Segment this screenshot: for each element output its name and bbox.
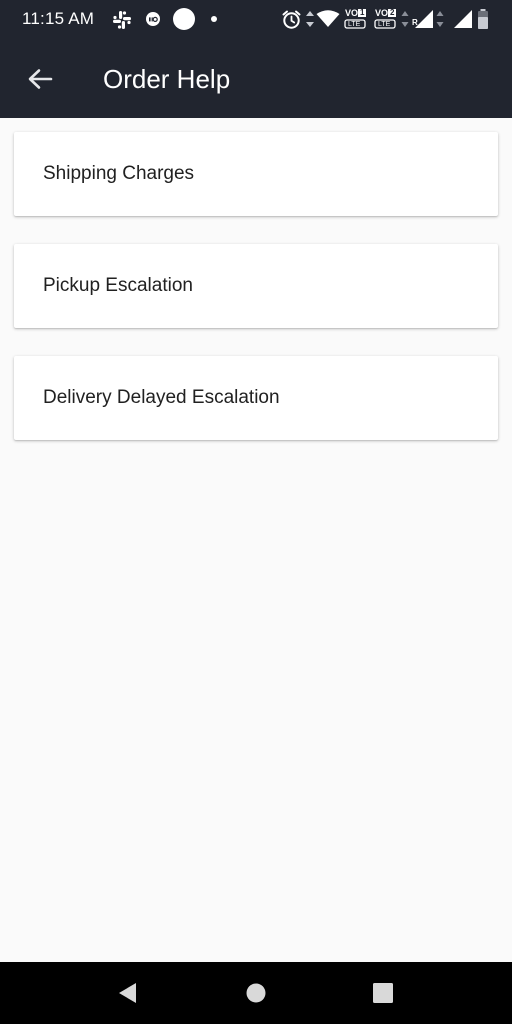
help-item-label: Pickup Escalation xyxy=(43,275,193,296)
volte2-lte: LTE xyxy=(378,21,391,28)
help-item-shipping-charges[interactable]: Shipping Charges xyxy=(14,132,498,216)
app-bar: Order Help xyxy=(0,40,512,118)
volte2-vo: VO xyxy=(375,8,389,18)
dot-icon xyxy=(211,16,217,22)
help-item-delivery-delayed-escalation[interactable]: Delivery Delayed Escalation xyxy=(14,356,498,440)
back-button[interactable] xyxy=(18,59,62,99)
recents-square-icon xyxy=(373,983,393,1003)
signal-icon xyxy=(454,10,472,28)
signal-roaming-icon: R xyxy=(412,8,434,30)
volte1-icon: VO 1 LTE xyxy=(344,8,368,30)
volte2-icon: VO 2 LTE xyxy=(374,8,398,30)
volte1-sim: 1 xyxy=(360,8,365,17)
help-item-label: Delivery Delayed Escalation xyxy=(43,387,280,408)
data-arrows-icon xyxy=(306,11,314,27)
arrow-back-icon xyxy=(28,69,53,89)
page-title: Order Help xyxy=(103,64,231,94)
wifi-icon xyxy=(316,10,340,27)
system-nav-bar xyxy=(0,962,512,1024)
data-arrows-icon xyxy=(401,11,409,27)
nav-recents-button[interactable] xyxy=(368,978,398,1008)
data-arrows-icon xyxy=(436,11,444,27)
battery-icon xyxy=(478,9,488,29)
roaming-label: R xyxy=(412,18,418,27)
help-item-pickup-escalation[interactable]: Pickup Escalation xyxy=(14,244,498,328)
help-item-label: Shipping Charges xyxy=(43,163,195,184)
home-circle-icon xyxy=(246,983,266,1003)
circle-icon xyxy=(173,8,195,30)
volte1-vo: VO xyxy=(345,8,359,18)
nav-back-button[interactable] xyxy=(112,978,142,1008)
alarm-icon xyxy=(282,10,301,29)
volte1-lte: LTE xyxy=(348,21,361,28)
status-bar: 11:15 AM VO 1 LTE VO 2 LTE R xyxy=(0,0,512,40)
back-triangle-icon xyxy=(119,983,136,1003)
volte2-sim: 2 xyxy=(390,8,395,17)
help-list: Shipping Charges Pickup Escalation Deliv… xyxy=(0,118,512,962)
nav-home-button[interactable] xyxy=(241,978,271,1008)
slack-icon xyxy=(113,11,131,29)
jio-icon xyxy=(146,12,160,26)
status-time: 11:15 AM xyxy=(22,9,95,28)
